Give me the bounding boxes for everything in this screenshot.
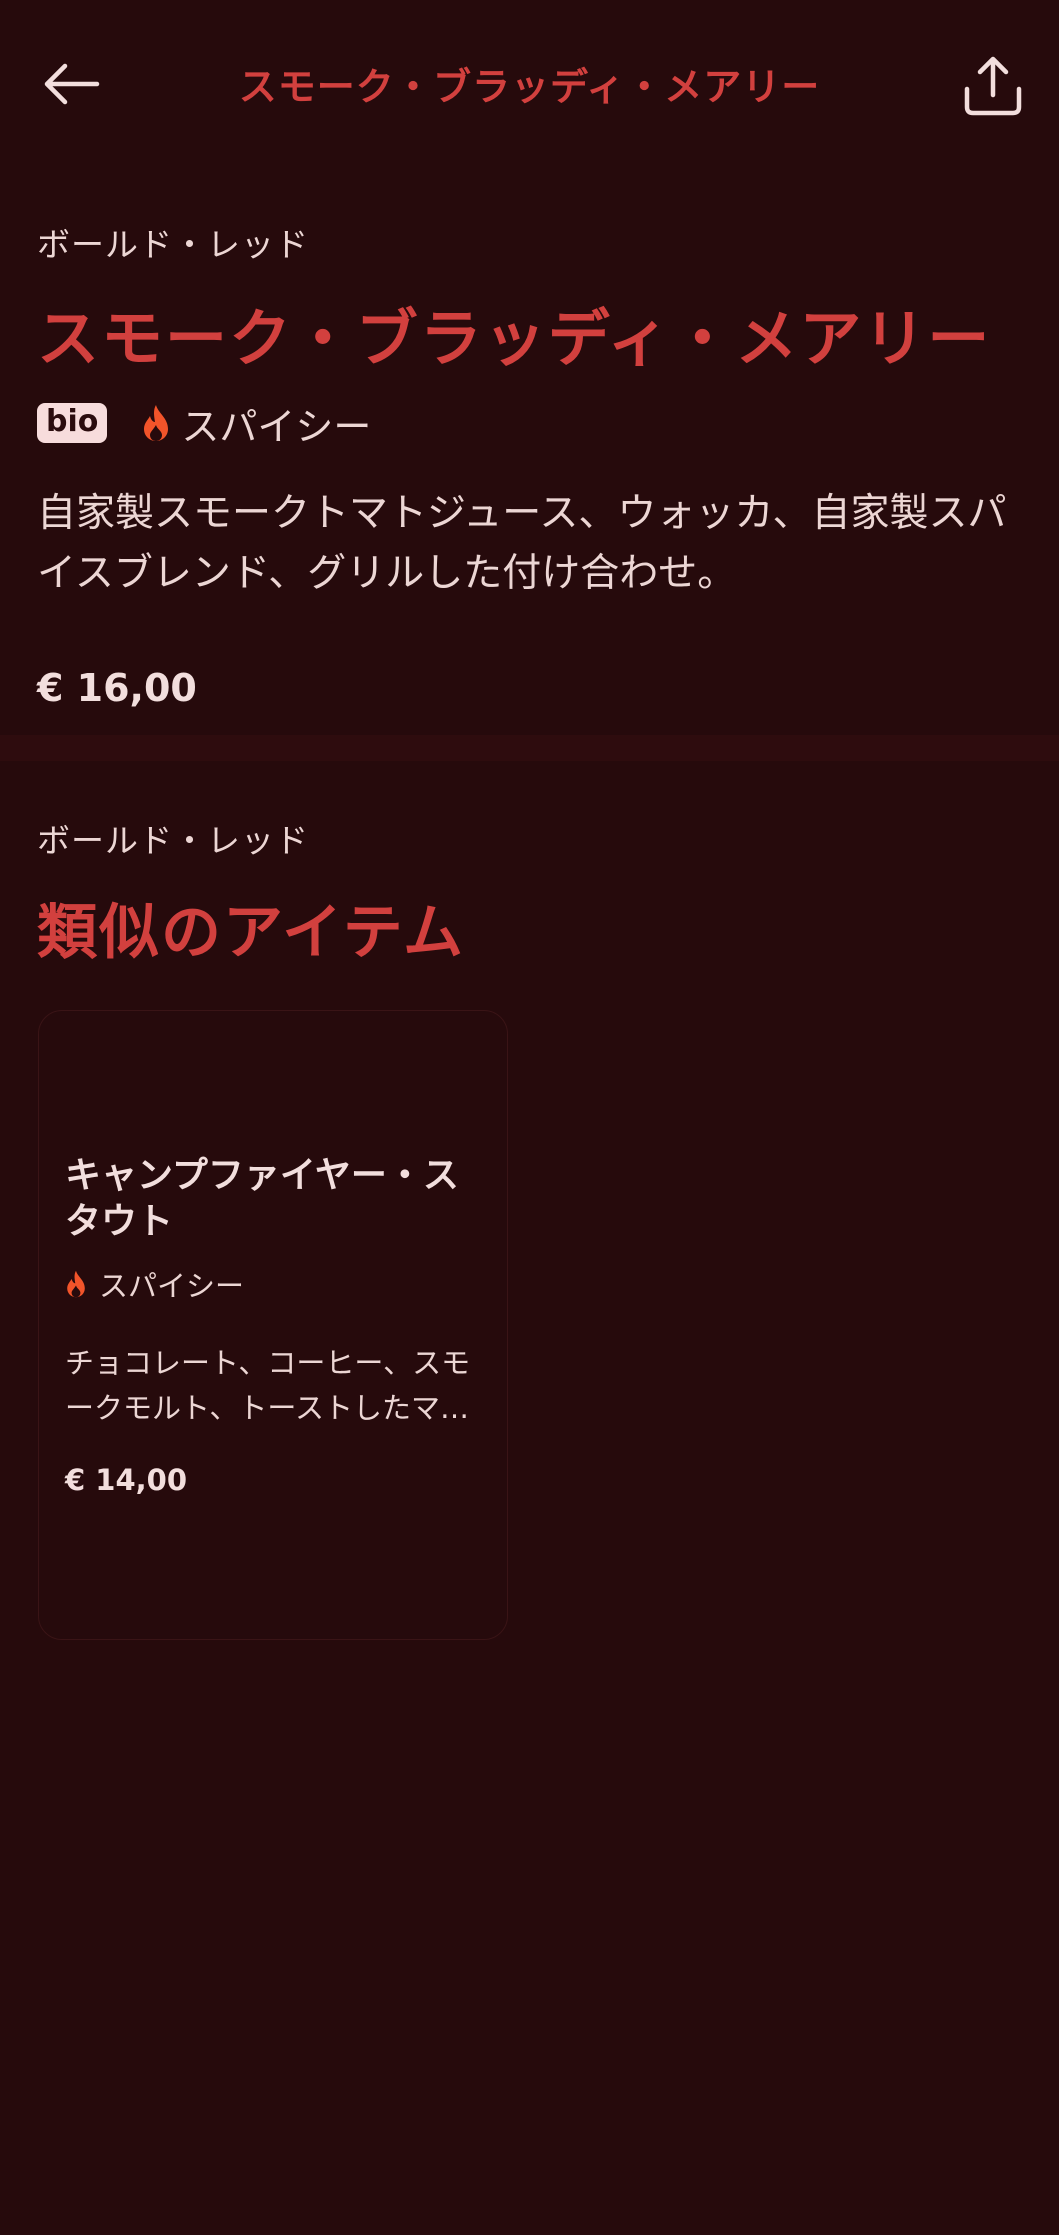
item-price: € 16,00: [37, 666, 197, 710]
item-title: スモーク・ブラッディ・メアリー: [37, 302, 992, 375]
share-button[interactable]: [955, 48, 1031, 124]
section-divider: [0, 735, 1059, 761]
item-detail: ボールド・レッド スモーク・ブラッディ・メアリー bio スパイシー 自家製スモ…: [37, 218, 1022, 710]
bio-badge: bio: [37, 403, 108, 443]
card-price: € 14,00: [65, 1463, 188, 1497]
similar-heading: 類似のアイテム: [37, 898, 465, 968]
share-icon: [964, 56, 1022, 116]
header-title: スモーク・ブラッディ・メアリー: [238, 65, 821, 109]
similar-category: ボールド・レッド: [37, 821, 309, 860]
card-title: キャンプファイヤー・スタウト: [65, 1155, 459, 1242]
similar-section: ボールド・レッド 類似のアイテム: [37, 814, 1022, 971]
item-tags: bio スパイシー: [37, 396, 1022, 451]
card-spicy-tag: スパイシー: [65, 1263, 485, 1305]
item-category: ボールド・レッド: [37, 225, 309, 264]
flame-icon: [67, 1270, 85, 1298]
card-description: チョコレート、コーヒー、スモークモルト、トーストしたマシュマロ: [65, 1346, 471, 1425]
card-spicy-label: スパイシー: [99, 1269, 245, 1303]
item-description: 自家製スモークトマトジュース、ウォッカ、自家製スパイスブレンド、グリルした付け合…: [37, 491, 1007, 596]
spicy-label: スパイシー: [181, 404, 372, 449]
flame-icon: [144, 405, 169, 441]
card-content: キャンプファイヤー・スタウト スパイシー チョコレート、コーヒー、スモークモルト…: [65, 1153, 485, 1497]
similar-item-card[interactable]: キャンプファイヤー・スタウト スパイシー チョコレート、コーヒー、スモークモルト…: [38, 1010, 508, 1640]
spicy-tag: スパイシー: [141, 396, 371, 451]
back-button[interactable]: [32, 50, 110, 118]
arrow-left-icon: [44, 63, 100, 105]
top-bar: スモーク・ブラッディ・メアリー: [0, 0, 1059, 170]
item-detail-page: スモーク・ブラッディ・メアリー ボールド・レッド スモーク・ブラッディ・メアリー…: [0, 0, 1059, 2235]
